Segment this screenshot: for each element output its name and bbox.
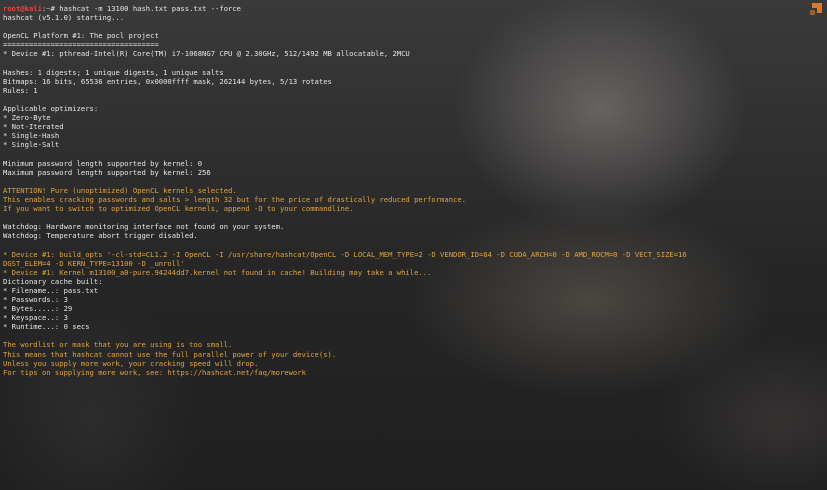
output-line: * Bytes.....: 29 <box>3 304 73 314</box>
prompt-line: root@kali:~# hashcat -m 13100 hash.txt p… <box>3 4 823 13</box>
output-line: * Not-Iterated <box>3 122 64 132</box>
output-line: ==================================== <box>3 40 159 50</box>
output-line: * Runtime...: 0 secs <box>3 322 90 332</box>
output-lines: hashcat (v5.1.0) starting... OpenCL Platf… <box>3 13 823 377</box>
warning-line: * Device #1: Kernel m13100_a0-pure.94244… <box>3 267 432 277</box>
output-line: * Single-Salt <box>3 140 60 150</box>
prompt-user-host: root@kali <box>3 4 42 13</box>
warning-line: If you want to switch to optimized OpenC… <box>3 204 354 214</box>
output-line: hashcat (v5.1.0) starting... <box>3 13 125 23</box>
output-line: Maximum password length supported by ker… <box>3 167 211 177</box>
brand-logo-icon <box>810 3 822 15</box>
warning-line: ATTENTION! Pure (unoptimized) OpenCL ker… <box>3 185 237 195</box>
output-line: Watchdog: Temperature abort trigger disa… <box>3 231 198 241</box>
warning-line: This means that hashcat cannot use the f… <box>3 349 337 359</box>
output-line: Dictionary cache built: <box>3 276 103 286</box>
output-line: Applicable optimizers: <box>3 104 99 114</box>
prompt-symbol: # <box>50 4 60 13</box>
warning-line: DGST_ELEM=4 -D KERN_TYPE=13100 -D _unrol… <box>3 258 185 268</box>
output-line: Hashes: 1 digests; 1 unique digests, 1 u… <box>3 67 224 77</box>
warning-line: * Device #1: build_opts '-cl-std=CL1.2 -… <box>3 249 687 259</box>
command-text: hashcat -m 13100 hash.txt pass.txt --for… <box>59 4 242 13</box>
warning-line: The wordlist or mask that you are using … <box>3 340 233 350</box>
output-line: * Single-Hash <box>3 131 60 141</box>
warning-line: Unless you supply more work, your cracki… <box>3 358 259 368</box>
output-line: OpenCL Platform #1: The pocl project <box>3 31 159 41</box>
output-line: Rules: 1 <box>3 85 38 95</box>
terminal-output[interactable]: root@kali:~# hashcat -m 13100 hash.txt p… <box>3 4 823 488</box>
output-line: * Filename..: pass.txt <box>3 285 99 295</box>
warning-line: For tips on supplying more work, see: ht… <box>3 367 306 377</box>
output-line: Watchdog: Hardware monitoring interface … <box>3 222 285 232</box>
output-line: * Device #1: pthread-Intel(R) Core(TM) i… <box>3 49 410 59</box>
output-line: * Passwords.: 3 <box>3 295 68 304</box>
output-line: * Keyspace..: 3 <box>3 313 68 323</box>
output-line: Bitmaps: 16 bits, 65536 entries, 0x0000f… <box>3 76 332 86</box>
warning-line: This enables cracking passwords and salt… <box>3 194 467 204</box>
output-line: Minimum password length supported by ker… <box>3 158 203 168</box>
output-line: * Zero-Byte <box>3 113 51 123</box>
